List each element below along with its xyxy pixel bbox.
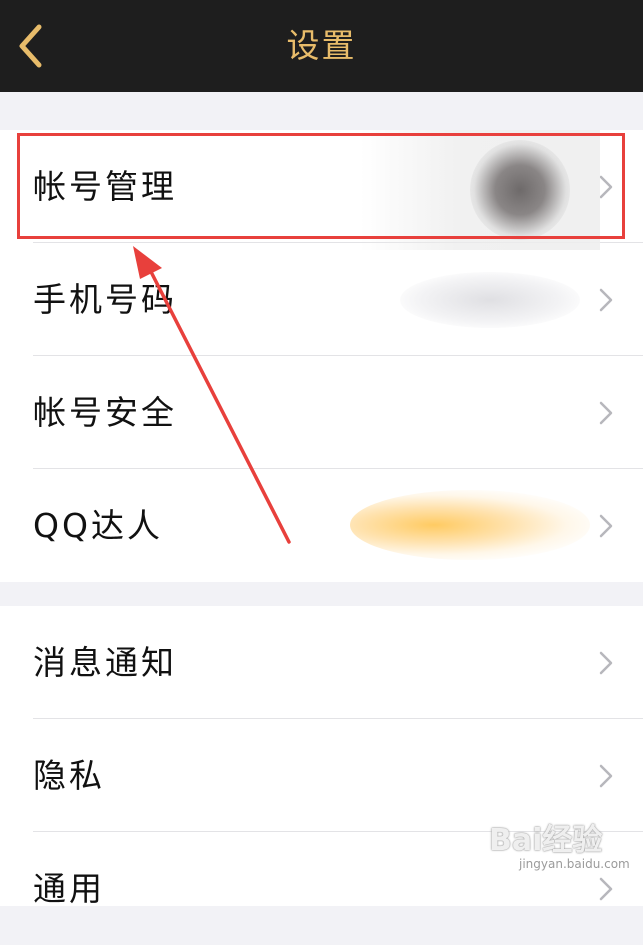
settings-item-label: 手机号码 <box>33 280 177 319</box>
watermark-url: jingyan.baidu.com <box>519 857 630 871</box>
annotation-highlight-box <box>17 133 625 239</box>
settings-item-label: 帐号安全 <box>33 393 177 432</box>
settings-item-label: 隐私 <box>33 756 105 795</box>
blurred-expert-badge <box>350 490 590 560</box>
watermark-text: Bai经验 <box>489 823 603 858</box>
blurred-phone-number <box>400 272 580 328</box>
chevron-right-icon <box>599 877 613 901</box>
chevron-right-icon <box>599 514 613 538</box>
settings-item-label: 通用 <box>33 869 105 908</box>
settings-item-notifications[interactable]: 消息通知 <box>0 606 643 719</box>
chevron-right-icon <box>599 651 613 675</box>
chevron-right-icon <box>599 764 613 788</box>
settings-item-label: 消息通知 <box>33 643 177 682</box>
chevron-right-icon <box>599 401 613 425</box>
settings-item-account-security[interactable]: 帐号安全 <box>0 356 643 469</box>
settings-item-label: QQ达人 <box>33 506 163 545</box>
navigation-bar: 设置 <box>0 0 643 92</box>
chevron-right-icon <box>599 288 613 312</box>
watermark-logo: Bai经验 jingyan.baidu.com <box>475 803 635 873</box>
page-title: 设置 <box>286 26 357 65</box>
